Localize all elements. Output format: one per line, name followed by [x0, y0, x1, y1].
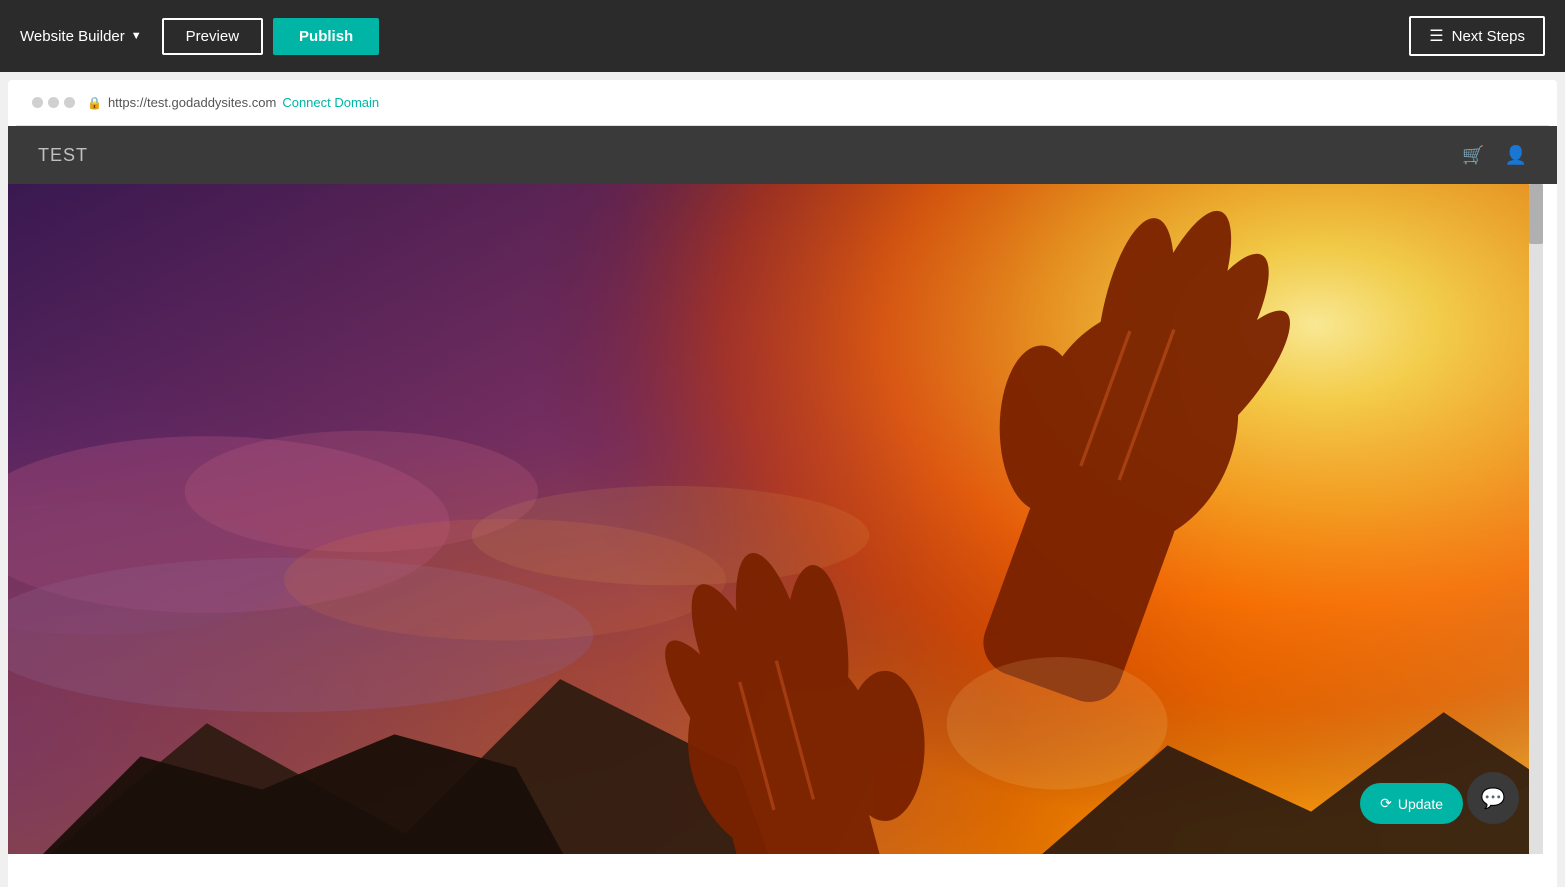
url-text: https://test.godaddysites.com	[108, 95, 276, 110]
scrollbar-track[interactable]	[1529, 184, 1543, 854]
site-nav: TEST 🛒 👤	[8, 126, 1557, 184]
brand-area[interactable]: Website Builder ▼	[20, 28, 142, 45]
next-steps-label: Next Steps	[1452, 28, 1525, 45]
dot-yellow	[48, 97, 59, 108]
browser-chrome: 🔒 https://test.godaddysites.com Connect …	[16, 80, 1549, 126]
browser-url-area: 🔒 https://test.godaddysites.com Connect …	[87, 95, 1533, 110]
update-button[interactable]: ⟳ Update	[1360, 783, 1463, 824]
publish-button[interactable]: Publish	[273, 18, 379, 55]
chat-icon: 💬	[1481, 786, 1506, 811]
lock-icon: 🔒	[87, 96, 102, 110]
toolbar-right: ☰ Next Steps	[1409, 16, 1545, 56]
dot-red	[32, 97, 43, 108]
update-label: Update	[1398, 796, 1443, 812]
toolbar: Website Builder ▼ Preview Publish ☰ Next…	[0, 0, 1565, 72]
hero-background	[8, 184, 1543, 854]
hero-area: 💬 ⟳ Update	[8, 184, 1543, 854]
brand-label: Website Builder	[20, 28, 125, 45]
chevron-down-icon: ▼	[131, 30, 142, 42]
site-title: TEST	[38, 145, 88, 166]
preview-button[interactable]: Preview	[162, 18, 263, 55]
preview-inner: 🔒 https://test.godaddysites.com Connect …	[8, 80, 1557, 887]
user-icon[interactable]: 👤	[1505, 145, 1527, 166]
list-icon: ☰	[1429, 26, 1443, 46]
browser-dots	[32, 97, 75, 108]
toolbar-buttons: Preview Publish	[162, 18, 380, 55]
site-nav-icons: 🛒 👤	[1462, 145, 1527, 166]
chat-button[interactable]: 💬	[1467, 772, 1519, 824]
next-steps-button[interactable]: ☰ Next Steps	[1409, 16, 1545, 56]
site-content: 💬 ⟳ Update	[8, 184, 1557, 854]
hero-svg	[8, 184, 1543, 854]
connect-domain-link[interactable]: Connect Domain	[282, 95, 379, 110]
refresh-icon: ⟳	[1380, 795, 1392, 812]
dot-green	[64, 97, 75, 108]
cart-icon[interactable]: 🛒	[1462, 145, 1484, 166]
preview-container: 🔒 https://test.godaddysites.com Connect …	[0, 72, 1565, 887]
scrollbar-thumb[interactable]	[1529, 184, 1543, 244]
